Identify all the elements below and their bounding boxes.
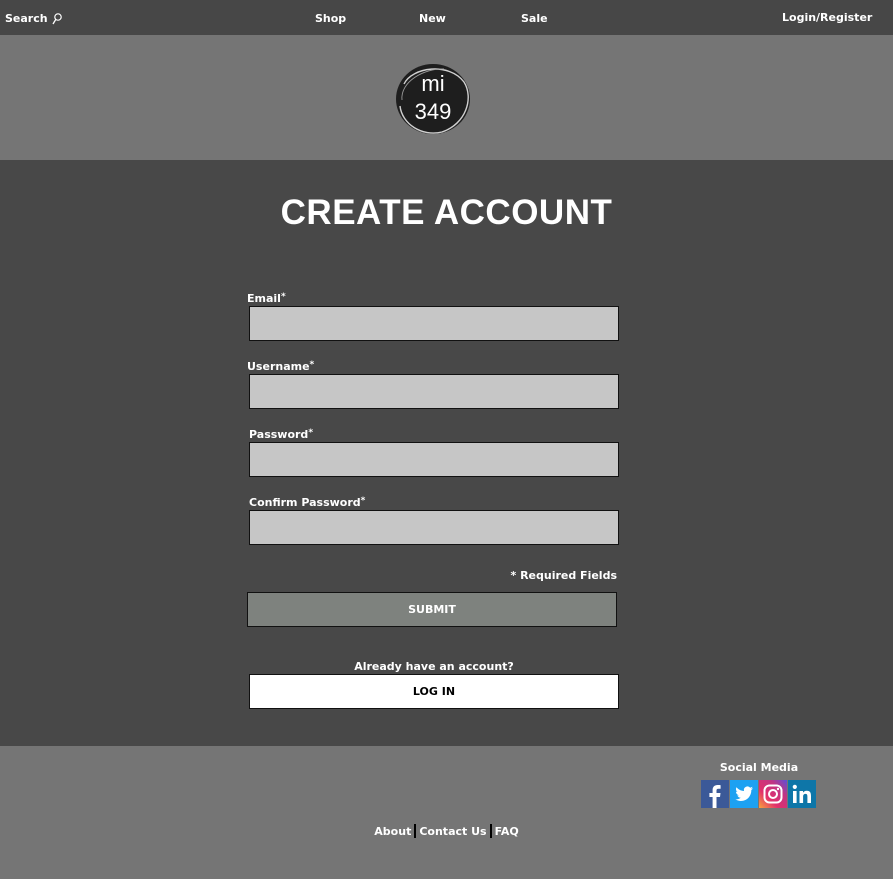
email-label-text: Email	[247, 292, 281, 305]
confirm-password-label-text: Confirm Password	[249, 496, 361, 509]
confirm-password-label: Confirm Password*	[249, 496, 365, 509]
username-label-text: Username	[247, 360, 310, 373]
site-footer: Social Media About Contact Us FAQ	[0, 746, 893, 879]
search-label: Search	[5, 12, 48, 25]
submit-button[interactable]: SUBMIT	[247, 592, 617, 627]
create-account-section: CREATE ACCOUNT Email* Username* Password…	[0, 160, 893, 746]
username-field[interactable]	[249, 374, 619, 409]
social-icons	[701, 780, 816, 808]
confirm-password-field[interactable]	[249, 510, 619, 545]
required-asterisk: *	[280, 292, 286, 302]
search-button[interactable]: Search	[5, 12, 62, 25]
required-asterisk: *	[360, 496, 366, 506]
footer-divider	[414, 824, 417, 838]
logo-text-bottom: 349	[414, 99, 452, 124]
footer-link-about[interactable]: About	[374, 825, 411, 838]
email-field[interactable]	[249, 306, 619, 341]
instagram-icon[interactable]	[759, 780, 787, 808]
already-have-account-text: Already have an account?	[354, 660, 514, 673]
password-label: Password*	[249, 428, 313, 441]
required-asterisk: *	[308, 428, 314, 438]
email-label: Email*	[247, 292, 286, 305]
password-field[interactable]	[249, 442, 619, 477]
site-logo[interactable]: mi 349	[394, 62, 472, 136]
password-label-text: Password	[249, 428, 309, 441]
nav-link-shop[interactable]: Shop	[315, 12, 346, 25]
social-media-heading: Social Media	[719, 761, 799, 774]
logo-text-top: mi	[421, 71, 445, 96]
twitter-icon[interactable]	[730, 780, 758, 808]
log-in-button[interactable]: LOG IN	[249, 674, 619, 709]
footer-links: About Contact Us FAQ	[0, 824, 893, 838]
search-icon	[52, 12, 62, 25]
linkedin-icon[interactable]	[788, 780, 816, 808]
site-header: mi 349	[0, 35, 893, 160]
required-asterisk: *	[309, 360, 315, 370]
nav-link-new[interactable]: New	[419, 12, 446, 25]
login-register-link[interactable]: Login/Register	[782, 11, 872, 24]
footer-divider	[489, 824, 492, 838]
facebook-icon[interactable]	[701, 780, 729, 808]
footer-link-faq[interactable]: FAQ	[495, 825, 519, 838]
top-navigation: Search Shop New Sale Login/Register	[0, 0, 893, 35]
username-label: Username*	[247, 360, 314, 373]
footer-link-contact-us[interactable]: Contact Us	[419, 825, 486, 838]
required-fields-note: * Required Fields	[510, 569, 617, 582]
page-title: CREATE ACCOUNT	[280, 193, 613, 232]
nav-link-sale[interactable]: Sale	[521, 12, 548, 25]
